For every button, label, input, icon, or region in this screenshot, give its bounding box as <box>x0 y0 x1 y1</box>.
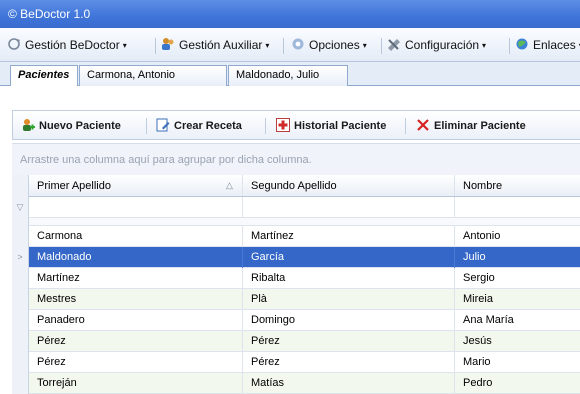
title-bar: © BeDoctor 1.0 <box>0 0 580 28</box>
grid-spacer <box>12 218 580 226</box>
patient-history-button[interactable]: Historial Paciente <box>276 118 386 132</box>
cell-nombre: Mireia <box>463 293 493 305</box>
cell-segundo-apellido: Plà <box>243 289 455 310</box>
toolbar-divider <box>146 118 147 134</box>
delete-patient-button[interactable]: Eliminar Paciente <box>416 118 526 132</box>
patient-toolbar: Nuevo Paciente Crear Receta Historial Pa… <box>12 110 580 140</box>
chevron-down-icon: ▾ <box>265 41 270 50</box>
tab-pacientes[interactable]: Pacientes <box>10 65 78 87</box>
toolbar-divider <box>265 118 266 134</box>
cell-segundo-apellido: Pérez <box>243 331 455 352</box>
filter-icon: ▽ <box>12 197 29 218</box>
menu-divider <box>509 38 510 54</box>
content-spacer <box>0 86 580 110</box>
menu-divider <box>283 38 284 54</box>
chevron-down-icon: ▾ <box>362 41 367 50</box>
tools-icon <box>386 37 402 51</box>
cell-segundo-apellido: Pérez <box>243 352 455 373</box>
prescription-icon <box>156 118 170 132</box>
table-row[interactable]: Martínez Ribalta Sergio <box>12 268 580 289</box>
filter-nombre[interactable] <box>455 197 580 218</box>
refresh-icon <box>6 37 22 51</box>
tab-carmona-antonio[interactable]: Carmona, Antonio <box>79 65 227 86</box>
grid-header-row: Primer Apellido △ Segundo Apellido Nombr… <box>12 175 580 197</box>
gear-icon <box>290 37 306 51</box>
column-header-primer-apellido[interactable]: Primer Apellido <box>29 175 243 196</box>
table-row[interactable]: Pérez Pérez Mario <box>12 352 580 373</box>
table-row[interactable]: Carmona Martínez Antonio <box>12 226 580 247</box>
cell-nombre: Pedro <box>463 377 493 389</box>
menu-configuracion[interactable]: Configuración ▾ <box>386 37 486 55</box>
cell-primer-apellido: Torreján <box>29 373 243 394</box>
cell-primer-apellido: Martínez <box>29 268 243 289</box>
patients-grid: Primer Apellido △ Segundo Apellido Nombr… <box>12 175 580 394</box>
chevron-down-icon: ▾ <box>122 41 127 50</box>
menu-divider <box>381 38 382 54</box>
chevron-down-icon: ▾ <box>482 41 487 50</box>
new-patient-button[interactable]: Nuevo Paciente <box>21 118 121 132</box>
cell-segundo-apellido: García <box>243 247 455 268</box>
column-header-segundo-apellido[interactable]: Segundo Apellido <box>243 175 455 196</box>
cell-segundo-apellido: Ribalta <box>243 268 455 289</box>
window-title: © BeDoctor 1.0 <box>8 7 91 21</box>
medical-history-icon <box>276 118 290 132</box>
cell-primer-apellido: Carmona <box>29 226 243 247</box>
document-tabs: Pacientes Carmona, Antonio Maldonado, Ju… <box>0 62 580 87</box>
menu-opciones[interactable]: Opciones ▾ <box>290 37 367 55</box>
cell-nombre: Julio <box>463 251 486 263</box>
cell-primer-apellido: Pérez <box>29 352 243 373</box>
table-row[interactable]: Mestres Plà Mireia <box>12 289 580 310</box>
filter-primer-apellido[interactable] <box>29 197 243 218</box>
people-icon <box>160 37 176 51</box>
column-header-nombre[interactable]: Nombre <box>455 175 580 196</box>
current-row-arrow-icon: > <box>12 247 29 268</box>
menu-enlaces[interactable]: Enlaces▾ <box>514 37 580 55</box>
row-indicator <box>12 218 29 226</box>
row-indicator-header <box>12 175 29 197</box>
add-user-icon <box>21 118 35 132</box>
cell-nombre: Mario <box>463 356 491 368</box>
toolbar-divider <box>405 118 406 134</box>
row-indicator <box>12 289 29 310</box>
menu-gestion-auxiliar[interactable]: Gestión Auxiliar ▾ <box>160 37 269 55</box>
cell-nombre: Sergio <box>463 272 495 284</box>
row-indicator <box>12 226 29 247</box>
group-by-panel[interactable]: Arrastre una columna aquí para agrupar p… <box>12 143 580 175</box>
sort-ascending-icon: △ <box>226 180 233 190</box>
table-row[interactable]: Torreján Matías Pedro <box>12 373 580 394</box>
group-by-hint: Arrastre una columna aquí para agrupar p… <box>20 154 312 166</box>
filter-segundo-apellido[interactable] <box>243 197 455 218</box>
cell-nombre: Jesús <box>463 335 492 347</box>
filter-row: ▽ <box>12 197 580 218</box>
tab-maldonado-julio[interactable]: Maldonado, Julio <box>228 65 348 86</box>
row-indicator <box>12 268 29 289</box>
create-prescription-button[interactable]: Crear Receta <box>156 118 242 132</box>
cell-segundo-apellido: Matías <box>243 373 455 394</box>
table-row[interactable]: Panadero Domingo Ana María <box>12 310 580 331</box>
cell-segundo-apellido: Domingo <box>243 310 455 331</box>
row-indicator <box>12 373 29 394</box>
cell-nombre: Ana María <box>463 314 514 326</box>
cell-primer-apellido: Mestres <box>29 289 243 310</box>
menu-divider <box>155 38 156 54</box>
row-indicator <box>12 310 29 331</box>
row-indicator <box>12 352 29 373</box>
delete-x-icon <box>416 118 430 132</box>
cell-primer-apellido: Panadero <box>29 310 243 331</box>
cell-primer-apellido: Maldonado <box>29 247 243 268</box>
cell-segundo-apellido: Martínez <box>243 226 455 247</box>
menu-bar: Gestión BeDoctor ▾ Gestión Auxiliar ▾ Opci… <box>0 28 580 62</box>
menu-gestion-bedoctor[interactable]: Gestión BeDoctor ▾ <box>6 37 127 55</box>
cell-nombre: Antonio <box>463 230 501 242</box>
row-indicator <box>12 331 29 352</box>
cell-primer-apellido: Pérez <box>29 331 243 352</box>
globe-icon <box>514 37 530 51</box>
table-row[interactable]: Pérez Pérez Jesús <box>12 331 580 352</box>
table-row-selected[interactable]: > Maldonado García Julio <box>12 247 580 268</box>
